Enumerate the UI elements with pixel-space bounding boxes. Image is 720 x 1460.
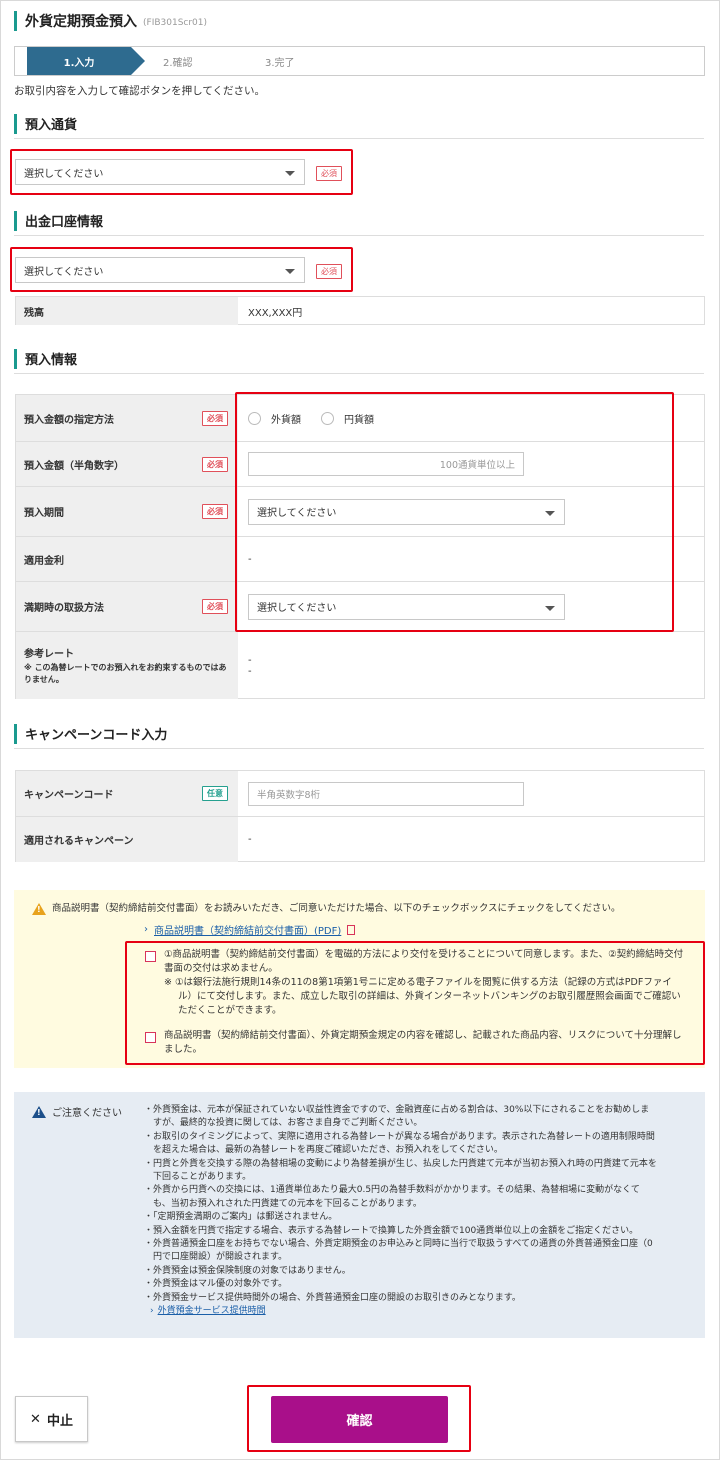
period-label: 預入期間 必須 bbox=[16, 487, 238, 536]
chevron-down-icon bbox=[285, 269, 295, 274]
cancel-button[interactable]: ✕ 中止 bbox=[15, 1396, 88, 1442]
section-accent-bar bbox=[14, 113, 17, 134]
campaign-applied-value: - bbox=[248, 834, 252, 845]
currency-select[interactable]: 選択してください bbox=[15, 159, 305, 185]
caution-heading: ! ご注意ください bbox=[32, 1104, 122, 1119]
caution-item: ・お取引のタイミングによって、実際に適用される為替レートが異なる場合があります。… bbox=[144, 1131, 655, 1142]
required-badge: 必須 bbox=[316, 166, 342, 181]
step-indicator: 1.入力 2.確認 3.完了 bbox=[14, 46, 705, 76]
ref-rate-value-2: - bbox=[248, 665, 252, 677]
pdf-icon bbox=[347, 924, 356, 935]
caution-item: 下回ることがあります。 bbox=[144, 1172, 252, 1183]
method-label: 預入金額の指定方法 必須 bbox=[16, 395, 238, 441]
required-badge: 必須 bbox=[202, 599, 228, 614]
rate-label: 適用金利 bbox=[16, 537, 238, 581]
consent-checkbox-1[interactable] bbox=[145, 951, 156, 962]
required-badge: 必須 bbox=[202, 504, 228, 519]
caution-item: すが、最終的な投資に関しては、お客さま自身でご判断ください。 bbox=[144, 1118, 423, 1129]
confirm-label: 確認 bbox=[346, 1414, 373, 1429]
caution-item: を超えた場合は、最新の為替レートを再度ご確認いただき、お預入れをしてください。 bbox=[144, 1145, 503, 1156]
caution-item: ・「定期預金満期のご案内」は郵送されません。 bbox=[144, 1212, 338, 1223]
section-title: キャンペーンコード入力 bbox=[25, 728, 168, 743]
pdf-link-row: › 商品説明書（契約締結前交付書面）(PDF) bbox=[144, 922, 356, 937]
title-accent-bar bbox=[14, 11, 17, 31]
page-title: 外貨定期預金預入 bbox=[25, 14, 137, 30]
ref-rate-row: 参考レート ※ この為替レートでのお預入れをお約束するものではありません。 - … bbox=[16, 632, 704, 699]
consent-text-2: 商品説明書（契約締結前交付書面）、外貨定期預金規定の内容を確認し、記載された商品… bbox=[164, 1030, 682, 1055]
amount-label: 預入金額（半角数字） 必須 bbox=[16, 442, 238, 486]
caution-box: ! ご注意ください ・外貨預金は、元本が保証されていない収益性資金ですので、金融… bbox=[14, 1092, 705, 1338]
step-complete: 3.完了 bbox=[265, 57, 295, 69]
warning-icon: ! bbox=[32, 903, 46, 915]
caution-item: ・円貨と外貨を交換する際の為替相場の変動により為替差損が生じ、払戻した円貨建て元… bbox=[144, 1158, 657, 1169]
section-title: 預入通貨 bbox=[25, 118, 78, 133]
step-confirm: 2.確認 bbox=[163, 57, 193, 69]
balance-table: 残高 XXX,XXX円 bbox=[15, 296, 705, 325]
required-badge: 必須 bbox=[316, 264, 342, 279]
balance-row: 残高 XXX,XXX円 bbox=[16, 297, 704, 325]
agreement-warning: ! 商品説明書（契約締結前交付書面）をお読みいただき、ご同意いただけた場合、以下… bbox=[32, 902, 620, 916]
caution-item: ・預入金額を円貨で指定する場合、表示する為替レートで換算した外貨金額で100通貨… bbox=[144, 1225, 639, 1236]
campaign-table: キャンペーンコード 任意 半角英数字8桁 適用されるキャンペーン - bbox=[15, 770, 705, 862]
close-icon: ✕ bbox=[30, 1411, 41, 1427]
campaign-applied-row: 適用されるキャンペーン - bbox=[16, 817, 704, 862]
warning-text: 商品説明書（契約締結前交付書面）をお読みいただき、ご同意いただけた場合、以下のチ… bbox=[52, 903, 621, 914]
section-accent-bar bbox=[14, 348, 17, 369]
caution-item: ・外貨普通預金口座をお持ちでない場合、外貨定期預金のお申込みと同時に当行で取扱う… bbox=[144, 1239, 653, 1250]
ref-rate-label: 参考レート ※ この為替レートでのお預入れをお約束するものではありません。 bbox=[16, 632, 238, 699]
caution-link-row: › 外貨預金サービス提供時間 bbox=[144, 1305, 699, 1318]
caution-title: ご注意ください bbox=[52, 1108, 122, 1119]
campaign-code-label: キャンペーンコード 任意 bbox=[16, 771, 238, 816]
account-select-value: 選択してください bbox=[24, 266, 104, 278]
deposit-section-heading: 預入情報 bbox=[14, 348, 704, 374]
account-select[interactable]: 選択してください bbox=[15, 257, 305, 283]
instruction-text: お取引内容を入力して確認ボタンを押してください。 bbox=[14, 85, 266, 97]
screen-code: (FIB301Scr01) bbox=[143, 17, 208, 28]
currency-select-value: 選択してください bbox=[24, 168, 104, 180]
balance-value: XXX,XXX円 bbox=[248, 307, 303, 319]
currency-section-heading: 預入通貨 bbox=[14, 113, 704, 139]
step-input: 1.入力 bbox=[27, 47, 145, 75]
confirm-button[interactable]: 確認 bbox=[271, 1396, 448, 1443]
caution-item: ・外貨預金は、元本が保証されていない収益性資金ですので、金融資産に占める割合は、… bbox=[144, 1105, 650, 1115]
required-badge: 必須 bbox=[202, 410, 228, 426]
campaign-section-heading: キャンペーンコード入力 bbox=[14, 723, 704, 749]
chevron-right-icon: › bbox=[144, 924, 148, 935]
caution-list: ・外貨預金は、元本が保証されていない収益性資金ですので、金融資産に占める割合は、… bbox=[144, 1104, 699, 1319]
info-icon: ! bbox=[32, 1105, 46, 1118]
maturity-label: 満期時の取扱方法 必須 bbox=[16, 582, 238, 631]
cancel-label: 中止 bbox=[46, 1413, 73, 1429]
ref-rate-value-1: - bbox=[248, 654, 252, 666]
caution-item: ・外貨から円貨への交換には、1通貨単位あたり最大0.5円の為替手数料がかかります… bbox=[144, 1185, 640, 1196]
caution-item: ・外貨預金サービス提供時間外の場合、外貨普通預金口座の開設のお取引きのみとなりま… bbox=[144, 1292, 521, 1303]
caution-item: も、当初お預入れされた円貨建ての元本を下回ることがあります。 bbox=[144, 1198, 422, 1209]
section-accent-bar bbox=[14, 723, 17, 744]
service-hours-link[interactable]: 外貨預金サービス提供時間 bbox=[158, 1306, 266, 1316]
campaign-code-row: キャンペーンコード 任意 半角英数字8桁 bbox=[16, 771, 704, 817]
section-accent-bar bbox=[14, 210, 17, 231]
chevron-right-icon: › bbox=[150, 1306, 154, 1317]
campaign-applied-label: 適用されるキャンペーン bbox=[16, 817, 238, 862]
pdf-link[interactable]: 商品説明書（契約締結前交付書面）(PDF) bbox=[154, 922, 341, 937]
campaign-code-placeholder: 半角英数字8桁 bbox=[257, 789, 321, 801]
consent-checkbox-2[interactable] bbox=[145, 1032, 156, 1043]
caution-item: ・外貨預金は預金保険制度の対象ではありません。 bbox=[144, 1265, 351, 1276]
required-badge: 必須 bbox=[202, 456, 228, 472]
chevron-down-icon bbox=[285, 171, 295, 176]
caution-item: ・外貨預金はマル優の対象外です。 bbox=[144, 1279, 288, 1290]
caution-item: 円で口座開設）が開設されます。 bbox=[144, 1252, 288, 1263]
ref-rate-note: ※ この為替レートでのお預入れをお約束するものではありません。 bbox=[24, 663, 227, 684]
deposit-highlight bbox=[235, 392, 674, 632]
optional-badge: 任意 bbox=[202, 786, 228, 801]
section-title: 出金口座情報 bbox=[25, 215, 104, 230]
ref-rate-title: 参考レート bbox=[24, 649, 74, 660]
campaign-code-input[interactable]: 半角英数字8桁 bbox=[248, 781, 524, 806]
account-section-heading: 出金口座情報 bbox=[14, 210, 704, 236]
section-title: 預入情報 bbox=[25, 353, 78, 368]
page-header: 外貨定期預金預入 (FIB301Scr01) bbox=[14, 10, 207, 32]
consent-text-1: ①商品説明書（契約締結前交付書面）を電磁的方法により交付を受けることについて同意… bbox=[164, 949, 684, 1016]
balance-label: 残高 bbox=[16, 297, 238, 325]
